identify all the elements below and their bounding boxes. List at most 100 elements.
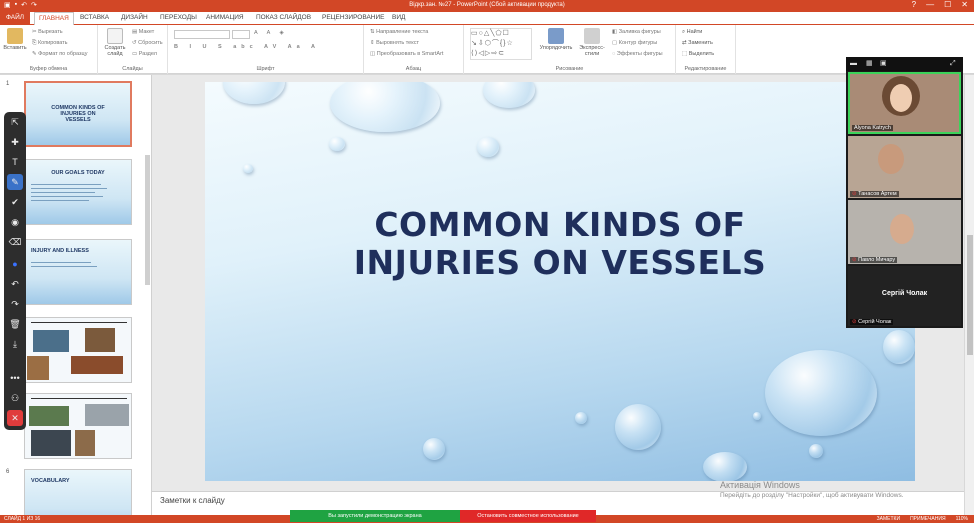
cut-label: Вырезать bbox=[38, 29, 63, 35]
comments-toggle[interactable]: ПРИМЕЧАНИЯ bbox=[910, 516, 946, 522]
thumb-text-line bbox=[31, 200, 89, 201]
scrollbar-thumb[interactable] bbox=[967, 235, 973, 355]
shape-effects-button[interactable]: ◌ Эффекты фигуры bbox=[612, 51, 663, 57]
new-slide-label: Создать слайд bbox=[104, 45, 126, 57]
notes-toggle[interactable]: ЗАМЕТКИ bbox=[877, 516, 900, 522]
slide-counter: СЛАЙД 1 ИЗ 16 bbox=[4, 516, 41, 522]
group-editing: ⌕ Найти ⇄ Заменить ⬚ Выделить Редактиров… bbox=[676, 25, 736, 74]
video-tile-4[interactable]: Сергій Чолак ⊘ Сергій Чолак bbox=[848, 266, 961, 326]
close-button[interactable]: ✕ bbox=[961, 0, 968, 9]
text-icon[interactable]: T bbox=[7, 154, 23, 170]
minimize-button[interactable]: — bbox=[926, 0, 934, 9]
eraser-icon[interactable]: ⌫ bbox=[7, 234, 23, 250]
slide-title[interactable]: COMMON KINDS OF INJURIES ON VESSELS bbox=[205, 206, 915, 282]
paste-button[interactable]: Вставить bbox=[3, 28, 27, 51]
tab-transitions[interactable]: ПЕРЕХОДЫ bbox=[160, 14, 197, 21]
muted-mic-icon: ⊘ bbox=[852, 191, 857, 197]
smartart-button[interactable]: ◫ Преобразовать в SmartArt bbox=[370, 51, 443, 57]
spotlight-icon[interactable]: ◉ bbox=[7, 214, 23, 230]
expand-icon[interactable]: ⤢ bbox=[950, 60, 957, 67]
slide-thumbnail-5[interactable] bbox=[24, 393, 132, 459]
share-status[interactable]: Вы запустили демонстрацию экрана bbox=[290, 510, 460, 522]
help-button[interactable]: ? bbox=[912, 0, 916, 9]
share-icon[interactable]: ⚇ bbox=[7, 390, 23, 406]
tab-view[interactable]: ВИД bbox=[392, 14, 405, 21]
tab-design[interactable]: ДИЗАЙН bbox=[121, 14, 148, 21]
move-icon[interactable]: ✚ bbox=[7, 134, 23, 150]
select-button[interactable]: ⬚ Выделить bbox=[682, 51, 714, 57]
video-tile-3[interactable]: ⊘ Павло Мичару bbox=[848, 200, 961, 264]
tab-review[interactable]: РЕЦЕНЗИРОВАНИЕ bbox=[322, 14, 385, 21]
cut-button[interactable]: ✂ Вырезать bbox=[32, 29, 63, 35]
participant-face bbox=[890, 214, 914, 244]
undo-icon[interactable]: ↶ bbox=[7, 276, 23, 292]
title-bar: ▣ ▪ ↶ ↷ Відкр.зан. №27 - PowerPoint (Сбо… bbox=[0, 0, 974, 12]
tab-insert[interactable]: ВСТАВКА bbox=[80, 14, 109, 21]
align-text-button[interactable]: ⇕ Выровнять текст bbox=[370, 40, 419, 46]
video-tile-2[interactable]: ⊘ Танасов Артем bbox=[848, 136, 961, 198]
layout-button[interactable]: ▤ Макет bbox=[132, 29, 154, 35]
speaker-view-icon[interactable]: ▣ bbox=[880, 60, 887, 67]
new-slide-button[interactable]: Создать слайд bbox=[102, 28, 128, 57]
maximize-button[interactable]: ☐ bbox=[944, 0, 951, 9]
redo-icon[interactable]: ↷ bbox=[7, 296, 23, 312]
shape-fill-button[interactable]: ◧ Заливка фигуры bbox=[612, 29, 661, 35]
thumb-picture bbox=[31, 430, 71, 456]
minimize-video-icon[interactable]: ▬ bbox=[850, 60, 857, 67]
more-icon[interactable]: ••• bbox=[7, 370, 23, 386]
text-direction-button[interactable]: ⇅ Направление текста bbox=[370, 29, 428, 35]
pen-icon[interactable]: ✎ bbox=[7, 174, 23, 190]
water-drop bbox=[330, 82, 440, 132]
thumb-picture bbox=[71, 356, 123, 374]
close-icon[interactable]: ✕ bbox=[7, 410, 23, 426]
paste-icon bbox=[7, 28, 23, 44]
slide-thumbnail-4[interactable] bbox=[24, 317, 132, 383]
quick-styles-label: Экспресс-стили bbox=[579, 45, 605, 57]
section-button[interactable]: ▭ Раздел bbox=[132, 51, 157, 57]
water-drop bbox=[423, 438, 445, 460]
select-icon[interactable]: ⇱ bbox=[7, 114, 23, 130]
editing-group-label: Редактирование bbox=[684, 66, 727, 72]
zoom-level[interactable]: 110% bbox=[956, 516, 968, 522]
copy-button[interactable]: ⎘ Копировать bbox=[32, 40, 68, 47]
find-button[interactable]: ⌕ Найти bbox=[682, 29, 702, 36]
thumb-text-line bbox=[31, 184, 101, 185]
tab-file[interactable]: ФАЙЛ bbox=[0, 12, 30, 25]
thumbnails-scrollbar[interactable] bbox=[145, 155, 150, 285]
color-icon[interactable]: ● bbox=[7, 256, 23, 272]
save-icon[interactable]: ⤓ bbox=[7, 336, 23, 352]
checkmark-icon[interactable]: ✔ bbox=[7, 194, 23, 210]
stop-share-button[interactable]: Остановить совместное использование bbox=[460, 510, 596, 522]
tab-animation[interactable]: АНИМАЦИЯ bbox=[206, 14, 244, 21]
quick-styles-button[interactable]: Экспресс-стили bbox=[576, 28, 608, 57]
format-painter-label: Формат по образцу bbox=[38, 51, 88, 57]
shapes-gallery[interactable]: ▭○△╲⬠☐ ↘⇩⬡⌒{}☆ ⟨⟩◁▷⇨⊂ bbox=[470, 28, 532, 60]
gallery-view-icon[interactable]: ▦ bbox=[866, 60, 873, 67]
tab-home[interactable]: ГЛАВНАЯ bbox=[34, 12, 74, 25]
group-font: A A ◈ B I U S abc AV Aa A Шрифт bbox=[168, 25, 364, 74]
find-label: Найти bbox=[686, 29, 703, 35]
trash-icon[interactable]: 🗑 bbox=[7, 316, 23, 332]
video-tile-1[interactable]: Alyona Katrych bbox=[848, 72, 961, 134]
font-group-label: Шрифт bbox=[256, 66, 275, 72]
font-style-buttons[interactable]: B I U S abc AV Aa A bbox=[174, 44, 320, 50]
font-name-field[interactable] bbox=[174, 30, 230, 39]
slide-thumbnail-1[interactable]: COMMON KINDS OF INJURIES ON VESSELS bbox=[24, 81, 132, 147]
font-size-field[interactable] bbox=[232, 30, 250, 39]
current-slide[interactable]: COMMON KINDS OF INJURIES ON VESSELS bbox=[205, 82, 915, 481]
font-size-tools[interactable]: A A ◈ bbox=[254, 30, 288, 36]
tab-slideshow[interactable]: ПОКАЗ СЛАЙДОВ bbox=[256, 14, 311, 21]
reset-button[interactable]: ↺ Сбросить bbox=[132, 40, 163, 46]
replace-button[interactable]: ⇄ Заменить bbox=[682, 40, 713, 46]
arrange-button[interactable]: Упорядочить bbox=[538, 28, 574, 51]
replace-label: Заменить bbox=[688, 40, 713, 46]
vertical-scrollbar[interactable] bbox=[964, 75, 974, 515]
slide-thumbnail-2[interactable]: OUR GOALS TODAY bbox=[24, 159, 132, 225]
slide-thumbnail-3[interactable]: INJURY AND ILLNESS bbox=[24, 239, 132, 305]
stop-share-label: Остановить совместное использование bbox=[477, 513, 579, 519]
slide-thumbnail-6[interactable]: VOCABULARY bbox=[24, 469, 132, 515]
format-painter-button[interactable]: ✎ Формат по образцу bbox=[32, 51, 87, 57]
thumb-number: 6 bbox=[6, 469, 10, 475]
thumb-text-line bbox=[31, 192, 95, 193]
shape-outline-button[interactable]: ▢ Контур фигуры bbox=[612, 40, 657, 46]
